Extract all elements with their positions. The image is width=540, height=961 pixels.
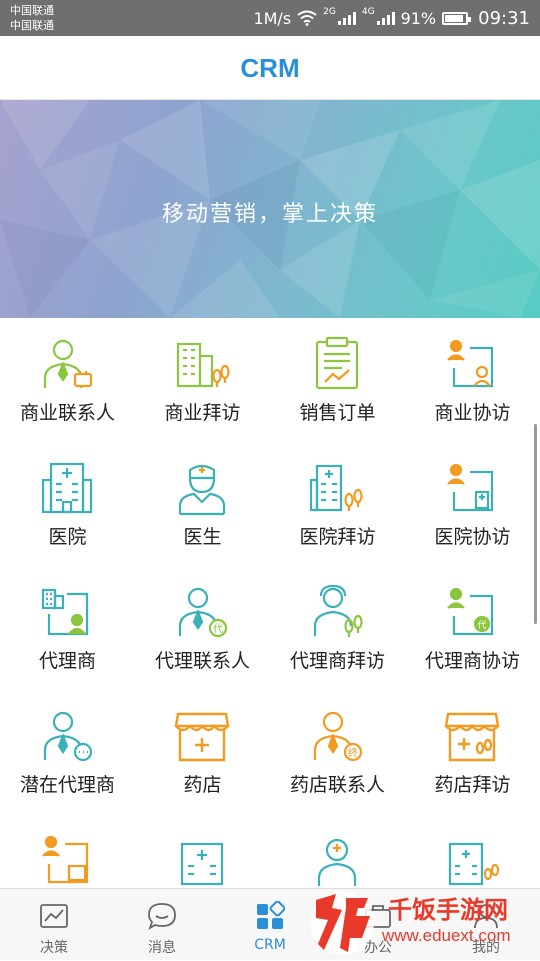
grid-item-clinic-visit[interactable] bbox=[405, 814, 540, 888]
network-type-2: 4G bbox=[361, 7, 375, 17]
network-type-1: 2G bbox=[323, 7, 336, 17]
doctor-icon bbox=[178, 464, 226, 516]
network-speed: 1M/s bbox=[253, 8, 292, 28]
banner-slogan: 移动营销，掌上决策 bbox=[161, 202, 378, 227]
carrier-label-1: 中国联通 bbox=[10, 4, 54, 17]
grid-item-sales-order[interactable]: 销售订单 bbox=[270, 318, 405, 442]
grid-item-label: 潜在代理商 bbox=[19, 774, 115, 796]
svg-text:终: 终 bbox=[348, 746, 358, 759]
hospital-icon bbox=[41, 462, 93, 514]
agent-assist-visit-icon: 代 bbox=[447, 587, 494, 636]
page-title: CRM bbox=[240, 53, 300, 83]
grid-item-agent[interactable]: 代理商 bbox=[0, 566, 135, 690]
grid-item-pharmacy-assist[interactable] bbox=[0, 814, 135, 888]
watermark-brand: 千饭手游网 bbox=[388, 896, 508, 924]
grid-item-doctor[interactable]: 医生 bbox=[135, 442, 270, 566]
grid-item-business-assist-visit[interactable]: 商业协访 bbox=[405, 318, 540, 442]
hospital-assist-visit-icon bbox=[447, 463, 494, 512]
tab-message[interactable]: 消息 bbox=[108, 889, 216, 961]
business-assist-visit-icon bbox=[447, 339, 494, 388]
sales-order-icon bbox=[315, 336, 359, 390]
grid-item-pharmacy[interactable]: 药店 bbox=[135, 690, 270, 814]
clock: 09:31 bbox=[478, 7, 530, 29]
hospital-visit-icon bbox=[309, 464, 363, 512]
potential-agent-icon bbox=[43, 711, 93, 762]
tab-label: 决策 bbox=[40, 940, 68, 956]
crm-icon bbox=[257, 901, 285, 929]
grid-item-hospital-visit[interactable]: 医院拜访 bbox=[270, 442, 405, 566]
grid-item-label: 医院 bbox=[48, 526, 87, 548]
grid-item-agent-assist-visit[interactable]: 代 代理商协访 bbox=[405, 566, 540, 690]
grid-item-label: 代理商协访 bbox=[424, 650, 520, 672]
business-contact-icon bbox=[43, 339, 93, 388]
carrier-label-2: 中国联通 bbox=[10, 19, 54, 32]
grid-item-pharmacy-visit[interactable]: 药店拜访 bbox=[405, 690, 540, 814]
grid-item-label: 商业协访 bbox=[434, 402, 511, 424]
grid-item-label: 代理商拜访 bbox=[289, 650, 385, 672]
chart-icon bbox=[40, 904, 68, 928]
battery-icon bbox=[442, 11, 472, 25]
grid-item-label: 代理商 bbox=[38, 650, 96, 672]
function-grid: 商业联系人 商业拜访 销售订单 商业协访 医院 医生 医院拜访 医院协访 代理商… bbox=[0, 318, 540, 888]
battery-percent: 91% bbox=[400, 8, 437, 28]
agent-contact-icon: 代 bbox=[178, 587, 228, 638]
grid-item-label: 商业联系人 bbox=[19, 402, 115, 424]
message-icon bbox=[148, 903, 176, 931]
clinic-visit-icon bbox=[448, 842, 500, 886]
grid-item-potential-agent[interactable]: 潜在代理商 bbox=[0, 690, 135, 814]
scrollbar[interactable] bbox=[534, 424, 537, 624]
grid-item-hospital[interactable]: 医院 bbox=[0, 442, 135, 566]
grid-item-business-contact[interactable]: 商业联系人 bbox=[0, 318, 135, 442]
grid-item-pharmacy-contact[interactable]: 终 药店联系人 bbox=[270, 690, 405, 814]
pharmacy-assist-icon bbox=[42, 835, 89, 884]
svg-text:代: 代 bbox=[477, 620, 486, 631]
grid-item-agent-contact[interactable]: 代 代理联系人 bbox=[135, 566, 270, 690]
grid-item-clinic-doctor[interactable] bbox=[270, 814, 405, 888]
grid-item-label: 医院拜访 bbox=[299, 526, 376, 548]
pharmacy-visit-icon bbox=[444, 712, 500, 762]
grid-item-agent-visit[interactable]: 代理商拜访 bbox=[270, 566, 405, 690]
pharmacy-contact-icon: 终 bbox=[313, 711, 363, 762]
grid-item-clinic[interactable] bbox=[135, 814, 270, 888]
watermark: 千饭手游网 www.eduext.com bbox=[300, 886, 540, 960]
agent-icon bbox=[41, 588, 89, 636]
signal-icon-1 bbox=[337, 11, 356, 25]
pharmacy-icon bbox=[174, 712, 230, 762]
business-visit-icon bbox=[176, 342, 230, 388]
grid-item-business-visit[interactable]: 商业拜访 bbox=[135, 318, 270, 442]
tab-decision[interactable]: 决策 bbox=[0, 889, 108, 961]
signal-icon-2 bbox=[376, 11, 395, 25]
title-bar: CRM bbox=[0, 36, 540, 100]
grid-item-label: 医生 bbox=[183, 526, 222, 548]
grid-item-label: 代理联系人 bbox=[154, 650, 250, 672]
grid-item-label: 药店拜访 bbox=[434, 774, 511, 796]
status-bar: 中国联通 中国联通 1M/s 2G 4G 91% 09:31 bbox=[0, 0, 540, 36]
clinic-doctor-icon bbox=[317, 838, 357, 886]
svg-text:代: 代 bbox=[213, 623, 223, 635]
banner[interactable]: 移动营销，掌上决策 bbox=[0, 100, 540, 318]
wifi-icon bbox=[297, 10, 317, 26]
grid-item-label: 医院协访 bbox=[434, 526, 511, 548]
grid-item-label: 销售订单 bbox=[299, 402, 376, 424]
grid-item-hospital-assist-visit[interactable]: 医院协访 bbox=[405, 442, 540, 566]
grid-item-label: 药店联系人 bbox=[289, 774, 385, 796]
grid-item-label: 药店 bbox=[183, 774, 222, 796]
clinic-icon bbox=[180, 842, 224, 886]
tab-label: 消息 bbox=[148, 940, 176, 956]
watermark-logo bbox=[310, 891, 374, 955]
watermark-url: www.eduext.com bbox=[382, 926, 511, 945]
grid-item-label: 商业拜访 bbox=[164, 402, 241, 424]
agent-visit-icon bbox=[313, 584, 363, 637]
